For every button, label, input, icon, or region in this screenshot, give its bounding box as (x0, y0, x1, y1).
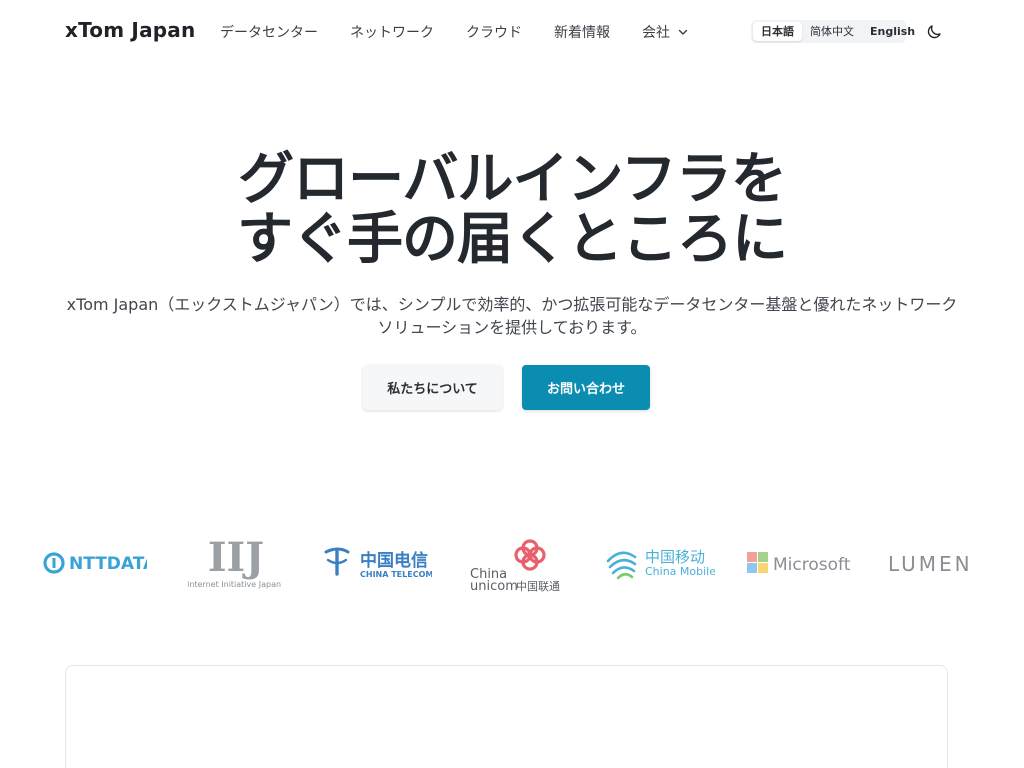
nav-item-cloud[interactable]: クラウド (466, 22, 522, 42)
china-unicom-logo: China unicom 中国联通 (468, 535, 566, 593)
ntt-data-text: NTTDATA (69, 554, 147, 574)
china-mobile-cn-text: 中国移动 (645, 548, 705, 566)
ntt-data-logo-mark: NTTDATA (43, 552, 147, 574)
microsoft-text: Microsoft (773, 555, 851, 575)
contact-button[interactable]: お問い合わせ (522, 365, 650, 410)
moon-icon[interactable] (925, 23, 943, 41)
lumen-logo: LUMEN (886, 552, 994, 576)
chevron-down-icon (678, 29, 688, 35)
main-nav: データセンター ネットワーク クラウド 新着情報 会社 (220, 22, 720, 42)
content-card (65, 665, 948, 768)
lang-chinese[interactable]: 简体中文 (802, 22, 862, 41)
ntt-data-logo: NTTDATA (43, 549, 147, 577)
nav-item-network[interactable]: ネットワーク (350, 22, 434, 42)
iij-logo-mark: IIJ Internet Initiative Japan (188, 535, 281, 589)
china-mobile-logo-mark: 中国移动 China Mobile (606, 548, 715, 580)
iij-caption: Internet Initiative Japan (188, 580, 281, 589)
china-telecom-logo-mark: 中国电信 CHINA TELECOM (324, 547, 432, 579)
china-unicom-logo-mark: China unicom 中国联通 (470, 539, 560, 593)
language-switcher: 日本語 简体中文 English (751, 20, 915, 43)
nav-item-company[interactable]: 会社 (642, 22, 688, 42)
microsoft-logo-mark: Microsoft (747, 552, 851, 575)
hero-title: グローバルインフラを すぐ手の届くところに (0, 150, 1024, 270)
nav-item-news[interactable]: 新着情報 (554, 22, 610, 42)
china-unicom-cn-text: 中国联通 (516, 580, 560, 593)
lang-japanese[interactable]: 日本語 (753, 22, 802, 41)
china-telecom-en-text: CHINA TELECOM (360, 570, 432, 579)
lang-english[interactable]: English (862, 22, 923, 41)
hero-title-line-2: すぐ手の届くところに (237, 207, 788, 272)
hero-title-line-1: グローバルインフラを (238, 147, 787, 212)
brand-logo[interactable]: xTom Japan (65, 18, 195, 42)
china-unicom-en-text-2: unicom (470, 579, 518, 593)
lumen-logo-mark: LUMEN (888, 552, 973, 576)
site-header: xTom Japan データセンター ネットワーク クラウド 新着情報 会社 日… (0, 0, 1024, 64)
china-telecom-logo: 中国电信 CHINA TELECOM (322, 544, 432, 582)
china-mobile-logo: 中国移动 China Mobile (605, 545, 715, 583)
iij-logo: IIJ Internet Initiative Japan (188, 535, 284, 591)
microsoft-logo: Microsoft (746, 551, 854, 577)
lumen-text: LUMEN (888, 552, 973, 576)
about-us-button[interactable]: 私たちについて (363, 365, 502, 410)
china-mobile-en-text: China Mobile (645, 565, 715, 578)
iij-text: IIJ (208, 535, 264, 581)
hero-description: xTom Japan（エックストムジャパン）では、シンプルで効率的、かつ拡張可能… (66, 295, 958, 337)
nav-item-company-label: 会社 (642, 25, 670, 41)
partner-logos: NTTDATA IIJ Internet Initiative Japan 中国… (0, 530, 1024, 600)
nav-item-datacenter[interactable]: データセンター (220, 22, 318, 42)
china-telecom-cn-text: 中国电信 (360, 550, 428, 571)
